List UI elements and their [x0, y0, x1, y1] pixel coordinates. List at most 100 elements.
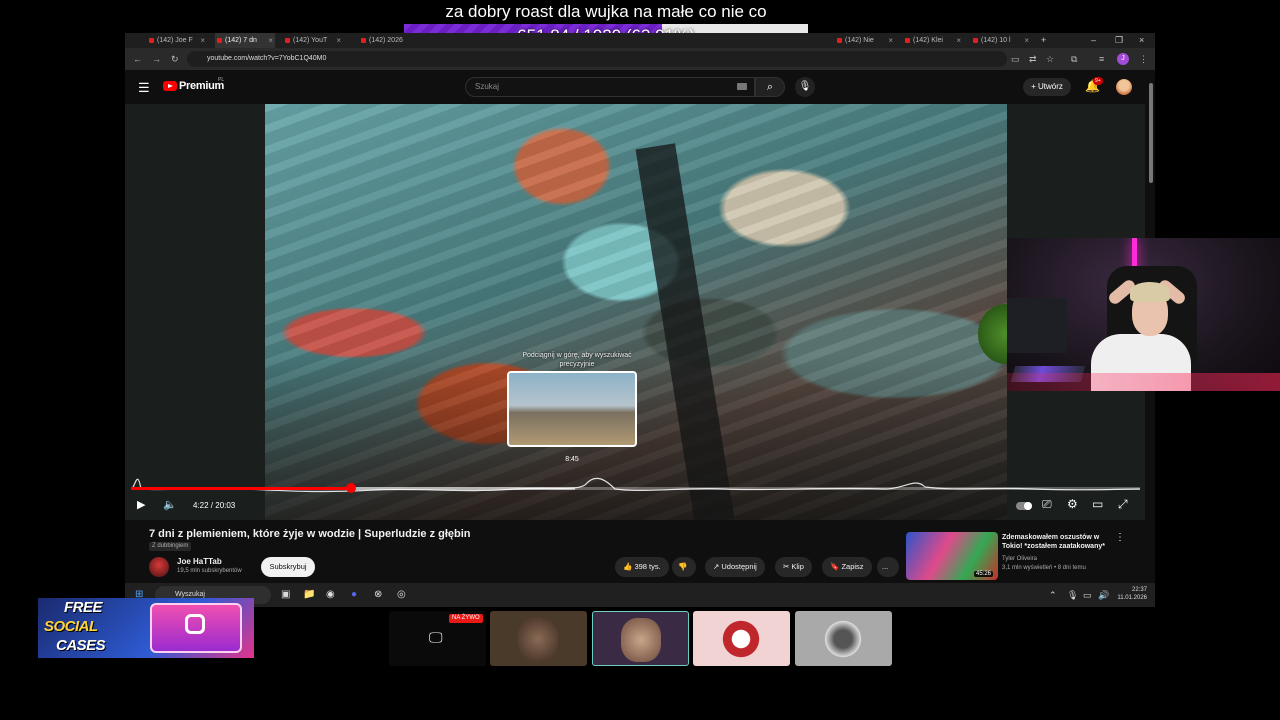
- video-player[interactable]: Podciągnij w górę, aby wyszukiwać precyz…: [125, 104, 1145, 520]
- subscribe-button[interactable]: Subskrybuj: [261, 557, 315, 577]
- tab-4[interactable]: (142) 2026: [359, 33, 403, 48]
- tray-chevron-icon[interactable]: ⌃: [1049, 589, 1057, 601]
- obs-icon[interactable]: ◎: [397, 588, 406, 602]
- viewer-avatar-4: [721, 617, 761, 661]
- keyboard-icon[interactable]: [737, 83, 747, 90]
- user-avatar[interactable]: [1116, 79, 1132, 95]
- tab-7[interactable]: (142) 10 l ×: [971, 33, 1031, 48]
- channel-avatar[interactable]: [149, 557, 169, 577]
- taskbar-clock[interactable]: 22:37 11.01.2026: [1113, 586, 1147, 602]
- save-bookmark-icon: 🔖: [830, 562, 840, 571]
- tray-network-icon[interactable]: ▭: [1083, 589, 1092, 601]
- recommended-duration: 45:26: [974, 571, 994, 577]
- seek-hint: Podciągnij w górę, aby wyszukiwać precyz…: [522, 352, 632, 368]
- thumbs-down-icon: 👎: [678, 562, 688, 571]
- media-icon[interactable]: ≡: [1099, 52, 1104, 66]
- recommended-stats: 3,1 mln wyświetleń • 8 dni temu: [1002, 565, 1086, 571]
- reload-icon[interactable]: ↻: [171, 52, 179, 66]
- tray-volume-icon[interactable]: 🔊: [1098, 589, 1109, 601]
- address-bar[interactable]: youtube.com/watch?v=7YobC1Q40M0: [187, 51, 1007, 67]
- stream-scene: za dobry roast dla wujka na małe co nie …: [0, 0, 1280, 720]
- hamburger-menu-icon[interactable]: ☰: [138, 80, 150, 96]
- close-icon[interactable]: ×: [1139, 33, 1144, 48]
- viewer-tile-2: [490, 611, 587, 666]
- youtube-header: ☰ Premium PL Szukaj ⌕ 🎙 + Utwórz 🔔 9+: [125, 70, 1155, 104]
- play-icon[interactable]: ▶: [137, 498, 145, 512]
- subtitles-icon[interactable]: ⎚: [1042, 497, 1052, 511]
- autoplay-toggle[interactable]: [1016, 502, 1032, 510]
- volume-icon[interactable]: 🔈: [163, 498, 177, 512]
- tray-mic-icon[interactable]: 🎙: [1067, 589, 1078, 601]
- recommended-channel[interactable]: Tyler Oliveira: [1002, 555, 1122, 564]
- webcam-led-strip: [1007, 373, 1280, 391]
- fullscreen-icon[interactable]: ⤢: [1118, 497, 1128, 511]
- scissors-icon: ✂: [783, 562, 790, 571]
- seek-preview-thumbnail: [507, 371, 637, 447]
- viewer-tile-3: [592, 611, 689, 666]
- extensions-icon[interactable]: ⧉: [1071, 52, 1077, 66]
- tab-5[interactable]: (142) Nie ×: [835, 33, 895, 48]
- promo-line-1: FREE: [64, 599, 103, 616]
- clock-time: 22:37: [1131, 587, 1147, 593]
- channel-name[interactable]: Joe HaTTab: [177, 557, 222, 566]
- recommended-more-icon[interactable]: ⋮: [1115, 532, 1125, 543]
- share-icon: ↗: [713, 562, 720, 571]
- search-button[interactable]: ⌕: [755, 77, 785, 97]
- browser-toolbar: ← → ↻ youtube.com/watch?v=7YobC1Q40M0 ▭ …: [125, 48, 1155, 70]
- tab-6[interactable]: (142) Klei ×: [903, 33, 963, 48]
- recommended-meta: Tyler Oliveira 3,1 mln wyświetleń • 8 dn…: [1002, 555, 1122, 573]
- streamer-webcam: [1007, 238, 1280, 391]
- create-button[interactable]: + Utwórz: [1023, 78, 1071, 96]
- stream-goal-title: za dobry roast dla wujka na małe co nie …: [445, 2, 767, 21]
- tab-2-active[interactable]: (142) 7 dn ×: [215, 33, 275, 48]
- viewer-avatar-5: [823, 617, 863, 661]
- tab-1[interactable]: (142) Joe F ×: [147, 33, 207, 48]
- voice-search-mic-icon[interactable]: 🎙: [795, 77, 815, 97]
- webcam-monitor: [1007, 298, 1067, 353]
- notifications-badge: 9+: [1093, 77, 1103, 85]
- minimize-icon[interactable]: –: [1091, 33, 1096, 48]
- tab-3[interactable]: (142) YouT ×: [283, 33, 343, 48]
- time-display: 4:22 / 20:03: [193, 501, 236, 510]
- promo-line-2: SOCIAL: [44, 618, 98, 635]
- file-explorer-icon[interactable]: 📁: [303, 588, 315, 602]
- cast-icon[interactable]: ▭: [1011, 52, 1020, 66]
- profile-avatar[interactable]: J: [1117, 53, 1129, 65]
- discord-icon[interactable]: ●: [351, 588, 357, 602]
- progress-played: [131, 487, 351, 490]
- search-input[interactable]: Szukaj: [465, 77, 755, 97]
- more-actions-button[interactable]: ...: [877, 557, 899, 577]
- bookmark-star-icon[interactable]: ☆: [1046, 52, 1054, 66]
- forward-icon[interactable]: →: [152, 52, 161, 66]
- share-button[interactable]: ↗ Udostępnij: [705, 557, 765, 577]
- taskbar-search-label: Wyszukaj: [175, 591, 205, 598]
- logo-country: PL: [218, 77, 225, 83]
- instagram-icon: [185, 614, 205, 634]
- tab-bar: (142) Joe F × (142) 7 dn × (142) YouT × (14…: [125, 33, 1155, 48]
- video-frame-aerial-village: [265, 104, 1034, 520]
- dislike-button[interactable]: 👎: [672, 557, 696, 577]
- clip-button[interactable]: ✂ Klip: [775, 557, 812, 577]
- restore-icon[interactable]: ❐: [1115, 33, 1123, 48]
- viewer-tile-5: [795, 611, 892, 666]
- like-button[interactable]: 👍 398 tys.: [615, 557, 669, 577]
- settings-gear-icon[interactable]: ⚙: [1067, 497, 1078, 511]
- browser-window: (142) Joe F × (142) 7 dn × (142) YouT × (14…: [125, 33, 1155, 607]
- xbox-icon[interactable]: ⊗: [374, 588, 382, 602]
- progress-scrubber[interactable]: [345, 483, 356, 493]
- browser-menu-icon[interactable]: ⋮: [1139, 52, 1148, 66]
- windows-taskbar: ⊞ Wyszukaj ▣ 📁 ◉ ● ⊗ ◎ ⌃ 🎙 ▭ 🔊 22:37 11.…: [125, 583, 1155, 607]
- thumbs-up-icon: 👍: [623, 562, 633, 571]
- theater-mode-icon[interactable]: ▭: [1092, 497, 1103, 511]
- video-title: 7 dni z plemieniem, które żyje w wodzie …: [149, 528, 471, 540]
- recommended-title[interactable]: Zdemaskowałem oszustów w Tokio! *zostałe…: [1002, 533, 1112, 551]
- translate-icon[interactable]: ⇄: [1029, 52, 1037, 66]
- dubbing-badge: Z dubbingiem: [149, 542, 192, 551]
- chrome-icon[interactable]: ◉: [326, 588, 335, 602]
- page-scrollbar[interactable]: [1149, 83, 1153, 183]
- new-tab-button[interactable]: +: [1041, 33, 1046, 48]
- back-icon[interactable]: ←: [133, 52, 142, 66]
- task-view-icon[interactable]: ▣: [281, 588, 290, 602]
- channel-subscribers: 19,5 mln subskrybentów: [177, 568, 242, 574]
- save-button[interactable]: 🔖 Zapisz: [822, 557, 872, 577]
